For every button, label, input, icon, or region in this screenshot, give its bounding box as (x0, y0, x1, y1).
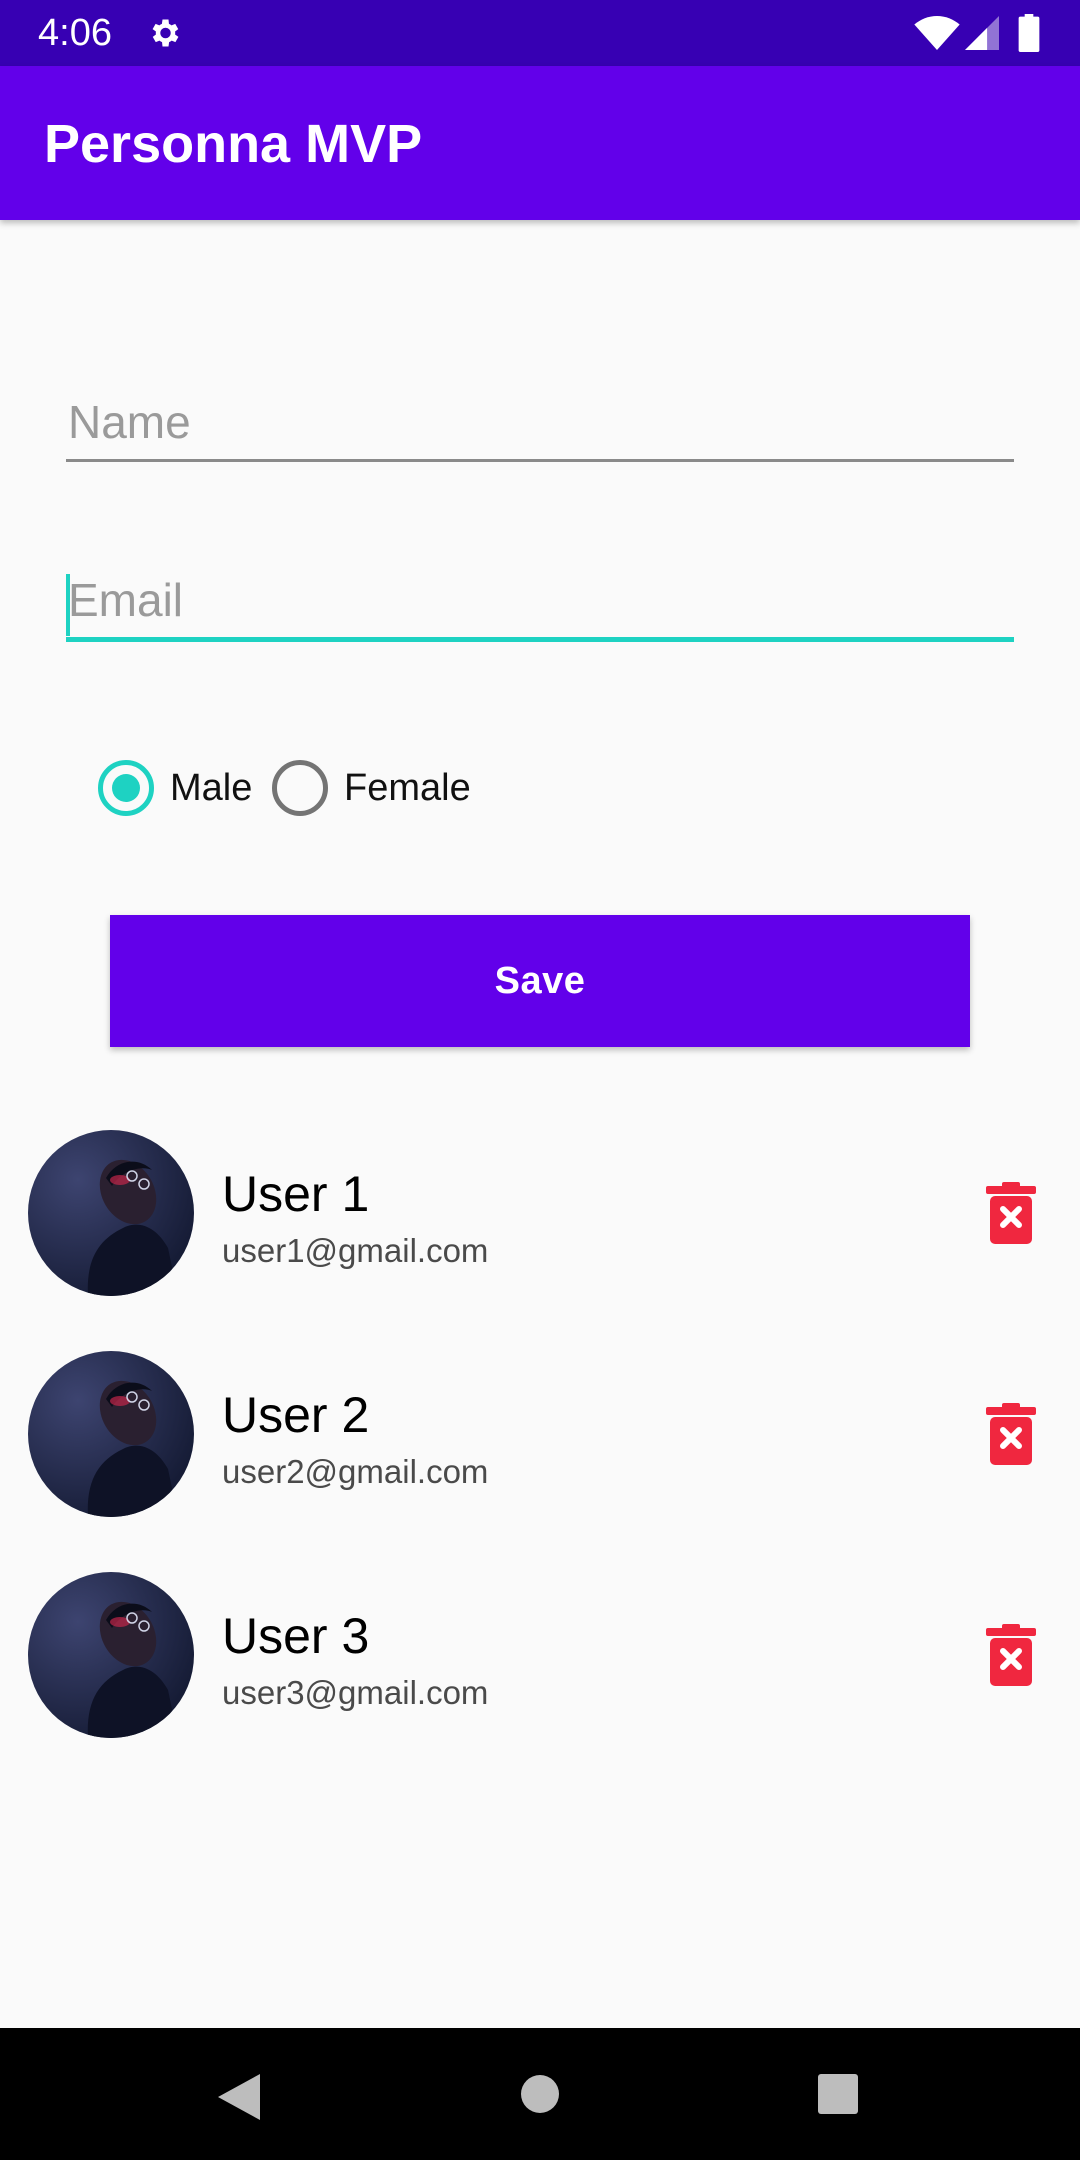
radio-female[interactable]: Female (272, 758, 471, 818)
email-input[interactable] (66, 560, 1014, 640)
delete-button[interactable] (980, 1399, 1042, 1469)
user-name: User 3 (222, 1608, 370, 1664)
cell-signal-icon (965, 16, 999, 50)
user-email: user3@gmail.com (222, 1674, 489, 1711)
settings-gear-icon (152, 19, 179, 47)
wifi-icon (914, 16, 960, 50)
delete-trash-icon (986, 1403, 1036, 1465)
avatar (28, 1130, 194, 1296)
radio-button-checked[interactable] (98, 760, 154, 816)
home-icon[interactable] (520, 2074, 560, 2114)
email-field-underline (66, 637, 1014, 642)
app-bar: Personna MVP (0, 66, 1080, 220)
user-email: user1@gmail.com (222, 1232, 489, 1269)
text-cursor (66, 574, 70, 636)
user-list-item[interactable]: User 2 user2@gmail.com (0, 1351, 1080, 1517)
user-name: User 2 (222, 1387, 370, 1443)
user-email: user2@gmail.com (222, 1453, 489, 1490)
avatar (28, 1351, 194, 1517)
status-time: 4:06 (38, 12, 112, 54)
avatar (28, 1572, 194, 1738)
user-list-item[interactable]: User 3 user3@gmail.com (0, 1572, 1080, 1738)
delete-button[interactable] (980, 1178, 1042, 1248)
avatar-photo (28, 1572, 194, 1738)
user-list-item[interactable]: User 1 user1@gmail.com (0, 1130, 1080, 1296)
name-field-underline (66, 459, 1014, 462)
user-name: User 1 (222, 1166, 370, 1222)
avatar-photo (28, 1130, 194, 1296)
radio-male[interactable]: Male (98, 758, 252, 818)
battery-icon (1018, 14, 1040, 52)
status-bar: 4:06 (0, 0, 1080, 66)
name-input[interactable] (66, 382, 1014, 462)
save-button[interactable]: Save (110, 915, 970, 1047)
back-icon[interactable] (216, 2072, 262, 2122)
recents-icon[interactable] (818, 2074, 858, 2114)
name-field[interactable] (66, 382, 1014, 462)
email-field[interactable] (66, 560, 1014, 642)
avatar-photo (28, 1351, 194, 1517)
radio-button-unchecked[interactable] (272, 760, 328, 816)
radio-female-label[interactable]: Female (344, 767, 471, 810)
delete-trash-icon (986, 1182, 1036, 1244)
app-title: Personna MVP (44, 114, 423, 174)
radio-male-label[interactable]: Male (170, 767, 252, 810)
delete-button[interactable] (980, 1620, 1042, 1690)
navigation-bar (0, 2028, 1080, 2160)
delete-trash-icon (986, 1624, 1036, 1686)
